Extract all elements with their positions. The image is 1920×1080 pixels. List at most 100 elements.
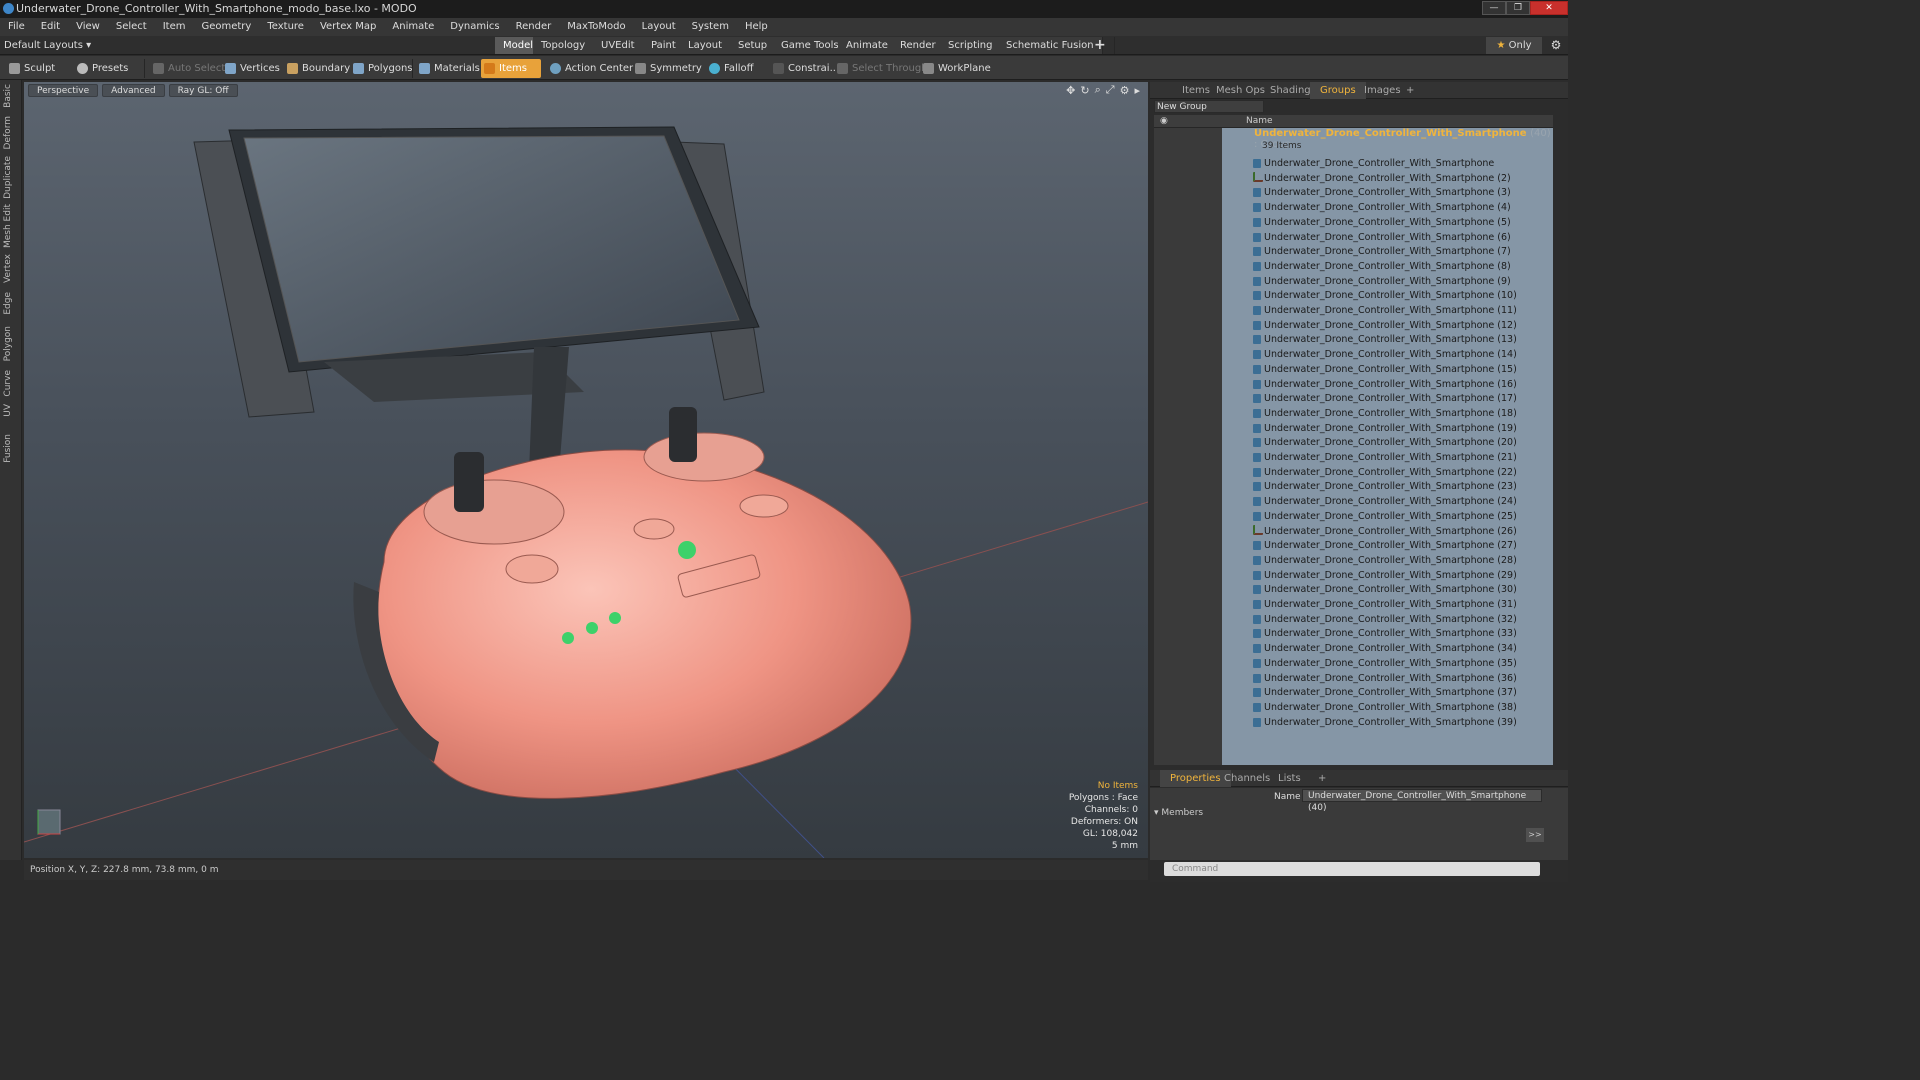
layouts-dropdown[interactable]: Default Layouts ▾	[4, 38, 91, 53]
only-button[interactable]: ★ Only	[1486, 37, 1542, 54]
command-input[interactable]: Command	[1164, 862, 1540, 876]
list-item[interactable]: Underwater_Drone_Controller_With_Smartph…	[1154, 318, 1553, 333]
menu-dynamics[interactable]: Dynamics	[442, 18, 507, 36]
list-item[interactable]: Underwater_Drone_Controller_With_Smartph…	[1154, 524, 1553, 539]
polygons-button[interactable]: Polygons	[350, 59, 413, 78]
groups-list[interactable]: ◉ Name Underwater_Drone_Controller_With_…	[1154, 115, 1553, 765]
presets-button[interactable]: Presets	[74, 59, 128, 78]
list-item[interactable]: Underwater_Drone_Controller_With_Smartph…	[1154, 274, 1553, 289]
menu-animate[interactable]: Animate	[384, 18, 442, 36]
tab-paint[interactable]: Paint	[643, 37, 685, 54]
list-item[interactable]: Underwater_Drone_Controller_With_Smartph…	[1154, 641, 1553, 656]
list-item[interactable]: Underwater_Drone_Controller_With_Smartph…	[1154, 259, 1553, 274]
close-button[interactable]: ✕	[1530, 1, 1568, 15]
fit-icon[interactable]: ⤢	[1106, 83, 1115, 97]
menu-help[interactable]: Help	[737, 18, 776, 36]
list-item[interactable]: Underwater_Drone_Controller_With_Smartph…	[1154, 435, 1553, 450]
list-item[interactable]: Underwater_Drone_Controller_With_Smartph…	[1154, 553, 1553, 568]
select-through-button[interactable]: Select Through	[834, 59, 928, 78]
side-tab-mesh-edit[interactable]: Mesh Edit	[3, 204, 19, 248]
gear-icon[interactable]: ⚙	[1548, 37, 1564, 54]
list-item[interactable]: Underwater_Drone_Controller_With_Smartph…	[1154, 700, 1553, 715]
panel-tab-add[interactable]: +	[1396, 82, 1424, 99]
list-item[interactable]: Underwater_Drone_Controller_With_Smartph…	[1154, 597, 1553, 612]
list-item[interactable]: Underwater_Drone_Controller_With_Smartph…	[1154, 494, 1553, 509]
list-item[interactable]: Underwater_Drone_Controller_With_Smartph…	[1154, 715, 1553, 730]
list-item[interactable]: Underwater_Drone_Controller_With_Smartph…	[1154, 215, 1553, 230]
boundary-button[interactable]: Boundary	[284, 59, 350, 78]
workplane-button[interactable]: WorkPlane	[920, 59, 991, 78]
list-item[interactable]: Underwater_Drone_Controller_With_Smartph…	[1154, 362, 1553, 377]
list-item[interactable]: Underwater_Drone_Controller_With_Smartph…	[1154, 377, 1553, 392]
name-column-header[interactable]: Name	[1246, 116, 1273, 126]
list-item[interactable]: Underwater_Drone_Controller_With_Smartph…	[1154, 538, 1553, 553]
list-item[interactable]: Underwater_Drone_Controller_With_Smartph…	[1154, 685, 1553, 700]
menu-texture[interactable]: Texture	[259, 18, 312, 36]
menu-geometry[interactable]: Geometry	[193, 18, 259, 36]
list-item[interactable]: Underwater_Drone_Controller_With_Smartph…	[1154, 171, 1553, 186]
menu-edit[interactable]: Edit	[33, 18, 68, 36]
tab-game-tools[interactable]: Game Tools	[773, 37, 848, 54]
tab-setup[interactable]: Setup	[730, 37, 777, 54]
vertices-button[interactable]: Vertices	[222, 59, 280, 78]
list-item[interactable]: Underwater_Drone_Controller_With_Smartph…	[1154, 303, 1553, 318]
tab-uvedit[interactable]: UVEdit	[593, 37, 644, 54]
menu-layout[interactable]: Layout	[634, 18, 684, 36]
falloff-button[interactable]: Falloff	[706, 59, 754, 78]
menu-view[interactable]: View	[68, 18, 108, 36]
list-item[interactable]: Underwater_Drone_Controller_With_Smartph…	[1154, 332, 1553, 347]
sculpt-button[interactable]: Sculpt	[6, 59, 55, 78]
items-button[interactable]: Items	[481, 59, 541, 78]
side-tab-basic[interactable]: Basic	[3, 84, 19, 108]
constrain-button[interactable]: Constrai...	[770, 59, 839, 78]
members-section[interactable]: ▾ Members	[1154, 808, 1203, 818]
menu-render[interactable]: Render	[508, 18, 560, 36]
3d-viewport[interactable]: Perspective Advanced Ray GL: Off ✥ ↻ ⌕ ⤢…	[24, 82, 1148, 858]
materials-button[interactable]: Materials	[416, 59, 480, 78]
settings-icon[interactable]: ⚙	[1120, 84, 1130, 97]
tab-render[interactable]: Render	[892, 37, 945, 54]
zoom-icon[interactable]: ⌕	[1095, 83, 1101, 97]
menu-system[interactable]: System	[684, 18, 737, 36]
action-center-button[interactable]: Action Center	[547, 59, 633, 78]
side-tab-polygon[interactable]: Polygon	[3, 326, 19, 361]
play-icon[interactable]: ▸	[1134, 84, 1140, 97]
list-item[interactable]: Underwater_Drone_Controller_With_Smartph…	[1154, 156, 1553, 171]
list-item[interactable]: Underwater_Drone_Controller_With_Smartph…	[1154, 656, 1553, 671]
side-tab-duplicate[interactable]: Duplicate	[3, 156, 19, 199]
eye-icon[interactable]: ◉	[1160, 116, 1168, 126]
expand-button[interactable]: >>	[1526, 828, 1544, 842]
list-item[interactable]: Underwater_Drone_Controller_With_Smartph…	[1154, 200, 1553, 215]
list-item[interactable]: Underwater_Drone_Controller_With_Smartph…	[1154, 509, 1553, 524]
menu-maxtomodo[interactable]: MaxToModo	[559, 18, 633, 36]
tab-scripting[interactable]: Scripting	[940, 37, 1002, 54]
menu-select[interactable]: Select	[108, 18, 155, 36]
side-tab-edge[interactable]: Edge	[3, 292, 19, 315]
list-item[interactable]: Underwater_Drone_Controller_With_Smartph…	[1154, 391, 1553, 406]
new-group-button[interactable]: New Group	[1154, 100, 1264, 113]
side-tab-fusion[interactable]: Fusion	[3, 434, 19, 463]
tab-animate[interactable]: Animate	[838, 37, 897, 54]
side-tab-uv[interactable]: UV	[3, 404, 19, 417]
pan-icon[interactable]: ✥	[1066, 84, 1075, 97]
side-tab-curve[interactable]: Curve	[3, 370, 19, 397]
menu-file[interactable]: File	[0, 18, 33, 36]
menu-vertex-map[interactable]: Vertex Map	[312, 18, 384, 36]
side-tab-vertex[interactable]: Vertex	[3, 254, 19, 283]
rotate-icon[interactable]: ↻	[1080, 84, 1089, 97]
list-item[interactable]: Underwater_Drone_Controller_With_Smartph…	[1154, 421, 1553, 436]
symmetry-button[interactable]: Symmetry	[632, 59, 702, 78]
tab-topology[interactable]: Topology	[533, 37, 595, 54]
list-item[interactable]: Underwater_Drone_Controller_With_Smartph…	[1154, 230, 1553, 245]
auto-select-button[interactable]: Auto Select	[150, 59, 225, 78]
list-item[interactable]: Underwater_Drone_Controller_With_Smartph…	[1154, 288, 1553, 303]
tab-layout[interactable]: Layout	[680, 37, 731, 54]
minimize-button[interactable]: —	[1482, 1, 1506, 15]
list-item[interactable]: Underwater_Drone_Controller_With_Smartph…	[1154, 568, 1553, 583]
maximize-button[interactable]: ❐	[1506, 1, 1530, 15]
list-item[interactable]: Underwater_Drone_Controller_With_Smartph…	[1154, 406, 1553, 421]
list-item[interactable]: Underwater_Drone_Controller_With_Smartph…	[1154, 671, 1553, 686]
perspective-button[interactable]: Perspective	[28, 83, 99, 97]
add-tab-icon[interactable]: +	[1086, 37, 1115, 54]
raygl-button[interactable]: Ray GL: Off	[168, 83, 238, 97]
